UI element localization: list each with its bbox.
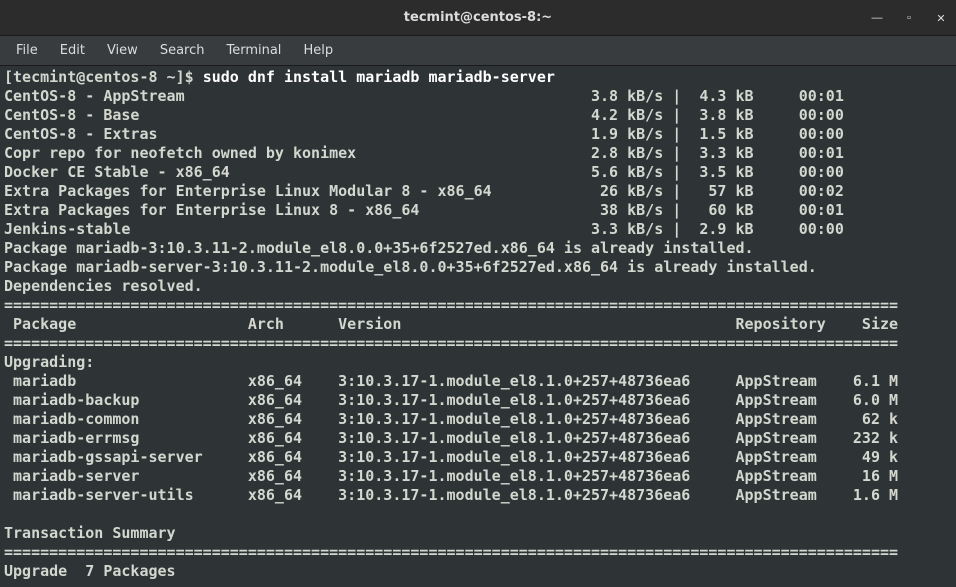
package-row: mariadb-server x86_64 3:10.3.17-1.module… (4, 467, 952, 486)
upgrade-summary-line: Upgrade 7 Packages (4, 562, 952, 581)
upgrading-label: Upgrading: (4, 353, 952, 372)
maximize-button[interactable]: ▫ (900, 9, 918, 27)
repo-progress-line: CentOS-8 - Base 4.2 kB/s | 3.8 kB 00:00 (4, 106, 952, 125)
package-row: mariadb-gssapi-server x86_64 3:10.3.17-1… (4, 448, 952, 467)
menu-terminal[interactable]: Terminal (216, 39, 291, 62)
table-header-line: Package Arch Version Repository Size (4, 315, 952, 334)
prompt-line: [tecmint@centos-8 ~]$ sudo dnf install m… (4, 68, 952, 87)
window-controls: — ▫ ✕ (868, 0, 950, 36)
repo-progress-line: Extra Packages for Enterprise Linux 8 - … (4, 201, 952, 220)
already-installed-line: Package mariadb-3:10.3.11-2.module_el8.0… (4, 239, 952, 258)
window-title: tecmint@centos-8:~ (404, 10, 552, 25)
menu-file[interactable]: File (6, 39, 48, 62)
repo-progress-line: CentOS-8 - Extras 1.9 kB/s | 1.5 kB 00:0… (4, 125, 952, 144)
menu-bar: File Edit View Search Terminal Help (0, 36, 956, 66)
rule-line: ========================================… (4, 543, 952, 562)
repo-progress-line: Copr repo for neofetch owned by konimex … (4, 144, 952, 163)
command-text: sudo dnf install mariadb mariadb-server (203, 68, 555, 86)
transaction-summary-title: Transaction Summary (4, 524, 952, 543)
rule-line: ========================================… (4, 296, 952, 315)
rule-line: ========================================… (4, 334, 952, 353)
blank-line (4, 505, 952, 524)
menu-view[interactable]: View (97, 39, 148, 62)
minimize-button[interactable]: — (868, 9, 886, 27)
menu-help[interactable]: Help (293, 39, 343, 62)
package-row: mariadb x86_64 3:10.3.17-1.module_el8.1.… (4, 372, 952, 391)
package-row: mariadb-errmsg x86_64 3:10.3.17-1.module… (4, 429, 952, 448)
package-row: mariadb-server-utils x86_64 3:10.3.17-1.… (4, 486, 952, 505)
repo-progress-line: Docker CE Stable - x86_64 5.6 kB/s | 3.5… (4, 163, 952, 182)
close-button[interactable]: ✕ (932, 9, 950, 27)
terminal-output[interactable]: [tecmint@centos-8 ~]$ sudo dnf install m… (0, 66, 956, 583)
repo-progress-line: Jenkins-stable 3.3 kB/s | 2.9 kB 00:00 (4, 220, 952, 239)
menu-edit[interactable]: Edit (50, 39, 95, 62)
already-installed-line: Package mariadb-server-3:10.3.11-2.modul… (4, 258, 952, 277)
repo-progress-line: Extra Packages for Enterprise Linux Modu… (4, 182, 952, 201)
repo-progress-line: CentOS-8 - AppStream 3.8 kB/s | 4.3 kB 0… (4, 87, 952, 106)
deps-resolved-line: Dependencies resolved. (4, 277, 952, 296)
package-row: mariadb-backup x86_64 3:10.3.17-1.module… (4, 391, 952, 410)
window-titlebar: tecmint@centos-8:~ — ▫ ✕ (0, 0, 956, 36)
menu-search[interactable]: Search (150, 39, 215, 62)
package-row: mariadb-common x86_64 3:10.3.17-1.module… (4, 410, 952, 429)
